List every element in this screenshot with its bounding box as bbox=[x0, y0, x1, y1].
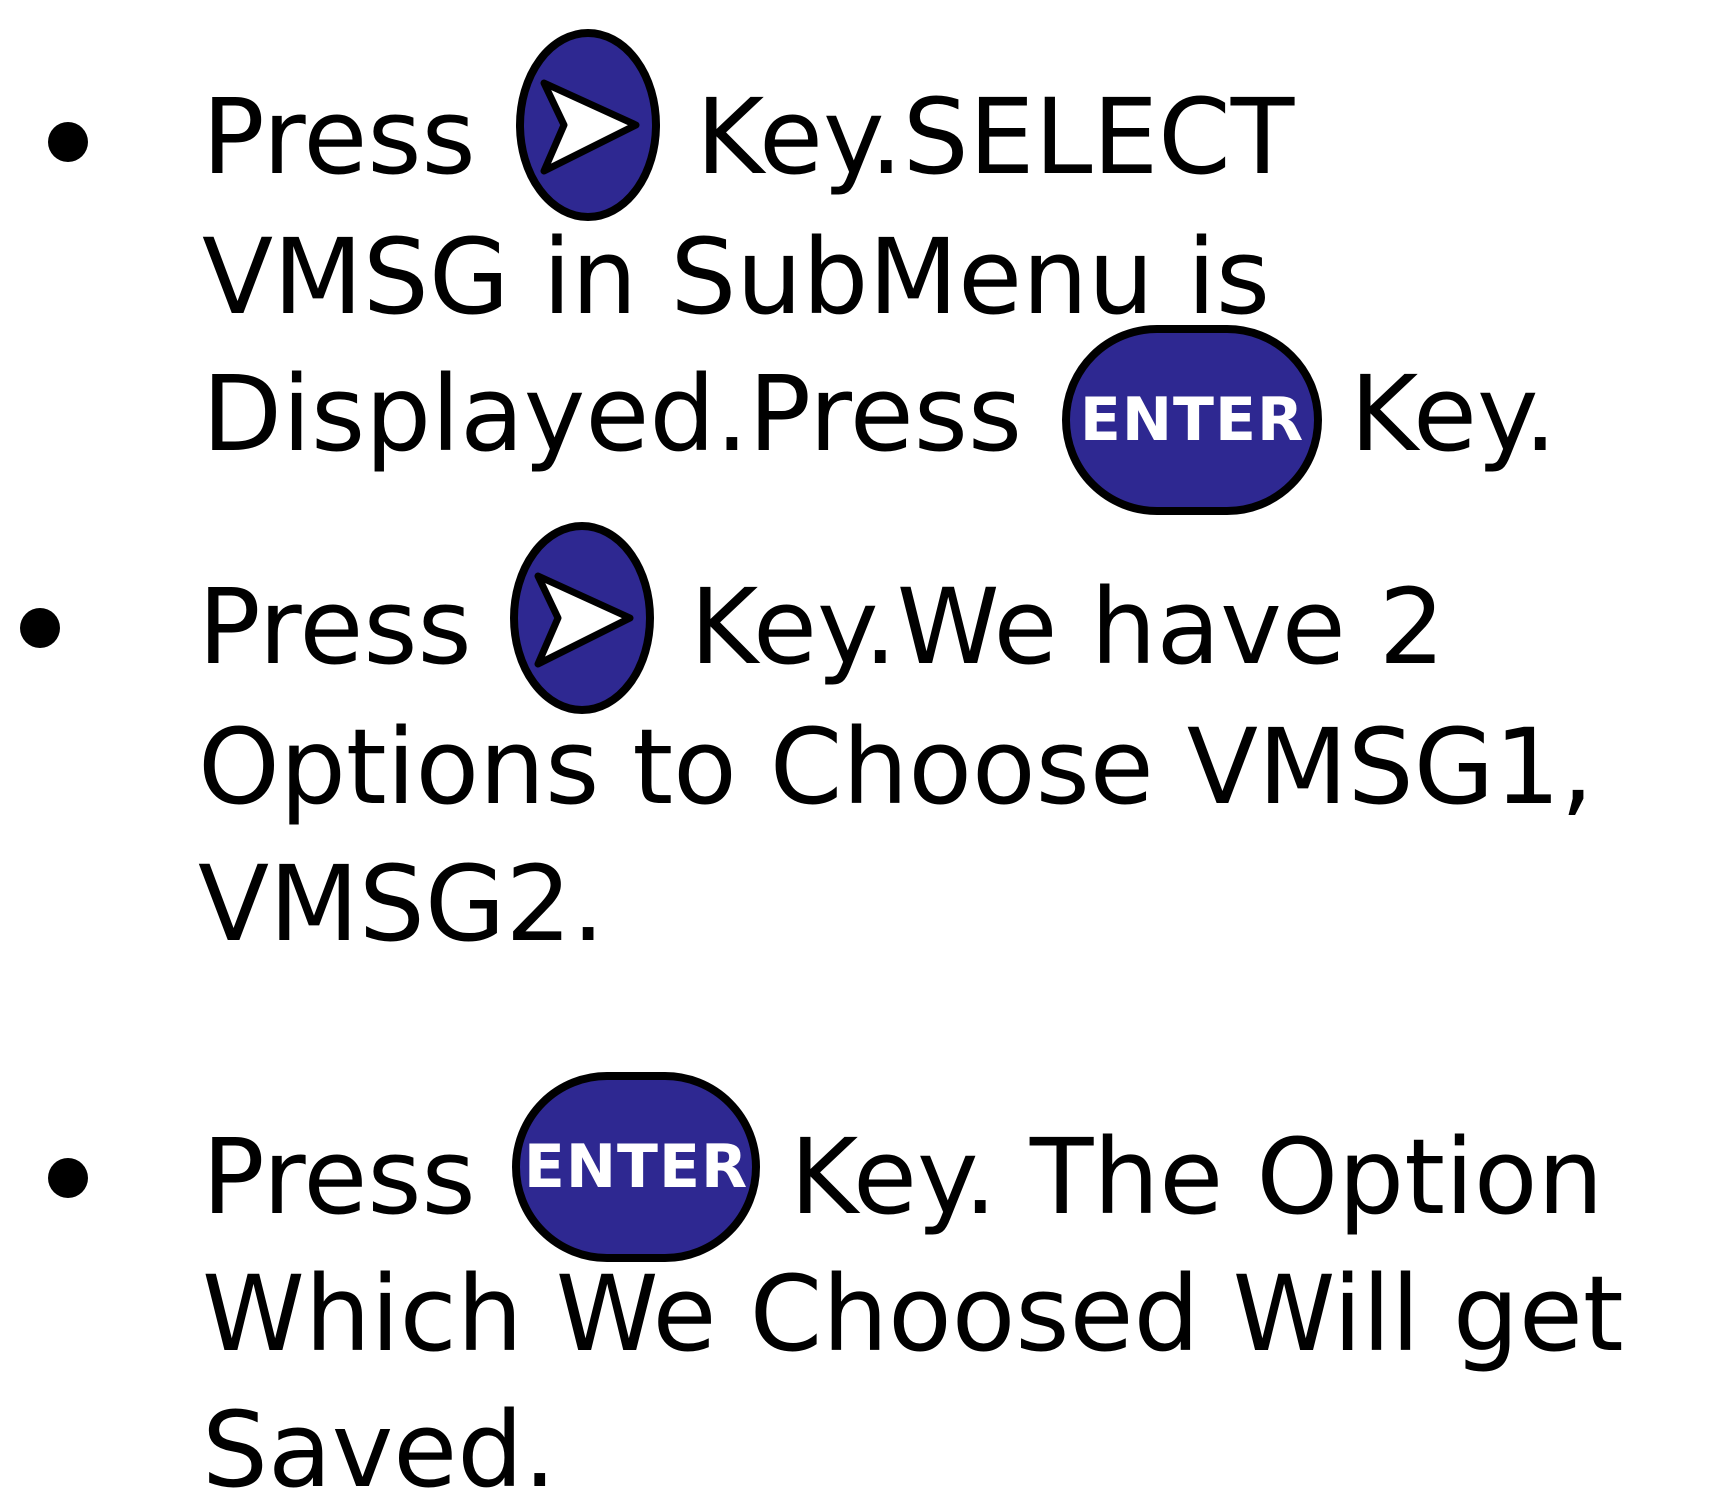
step-2-line-1-rest: Key.We have 2 bbox=[690, 566, 1445, 688]
bullet-step-2 bbox=[20, 608, 60, 648]
right-arrow-icon bbox=[516, 29, 660, 221]
step-1-line-3-press: Displayed.Press bbox=[202, 353, 1023, 475]
bullet-step-1 bbox=[48, 122, 88, 162]
enter-key-icon: ENTER bbox=[1062, 325, 1322, 515]
step-2-line-1-press: Press bbox=[198, 566, 472, 688]
bullet-step-3 bbox=[48, 1158, 88, 1198]
right-arrow-icon bbox=[510, 522, 654, 714]
enter-key-icon: ENTER bbox=[512, 1072, 760, 1262]
step-3-line-3: Saved. bbox=[202, 1389, 557, 1511]
step-3-line-1-press: Press bbox=[202, 1116, 476, 1238]
step-1-line-1-press: Press bbox=[202, 76, 476, 198]
step-1-line-3-rest: Key. bbox=[1350, 353, 1557, 475]
step-2-line-2: Options to Choose VMSG1, bbox=[198, 706, 1594, 828]
step-3-line-1-rest: Key. The Option bbox=[790, 1116, 1604, 1238]
step-3-line-2: Which We Choosed Will get bbox=[202, 1253, 1624, 1375]
step-1-line-2: VMSG in SubMenu is bbox=[202, 216, 1271, 338]
step-2-line-3: VMSG2. bbox=[198, 843, 605, 965]
step-1-line-1-rest: Key.SELECT bbox=[696, 76, 1295, 198]
